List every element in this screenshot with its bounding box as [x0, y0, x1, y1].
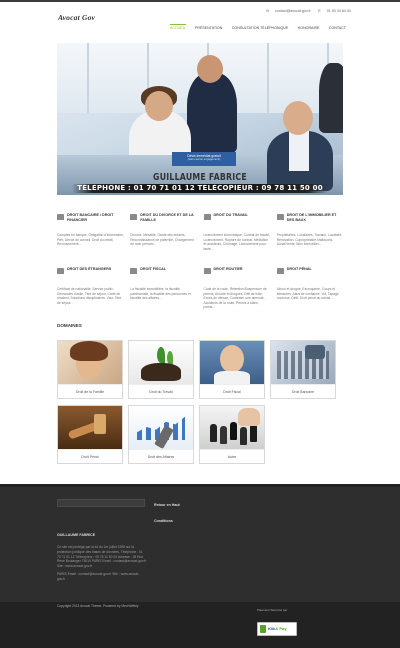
footer-about-text: Ce site est protégé par la loi du 1er ju… — [57, 545, 147, 569]
footer-about: Ce site est protégé par la loi du 1er ju… — [57, 545, 147, 584]
service-title[interactable]: Droit du travail — [214, 213, 248, 218]
courthouse-icon — [130, 267, 138, 274]
lawyer-name: GUILLAUME FABRICE — [153, 172, 247, 183]
service-item: Droit Bancaire / Droit Financier Comptes… — [57, 213, 124, 259]
domain-image — [200, 341, 264, 384]
courthouse-icon — [57, 267, 64, 274]
klik-pay-text: Klik& Pay — [268, 627, 286, 631]
copyright: Copyright 2013 Avocat Theme. Powered by … — [57, 604, 139, 608]
domaines-grid: Droit de la Famille Droit du Travail Dro… — [57, 340, 337, 464]
courthouse-icon — [203, 213, 211, 220]
service-title[interactable]: Droit pénal — [287, 267, 312, 272]
courthouse-icon — [276, 267, 284, 274]
klik-pay-logo[interactable]: Klik& Pay — [257, 622, 297, 636]
courthouse-icon — [276, 213, 284, 220]
domain-card-affaires[interactable]: Droit des Affaires — [128, 405, 194, 464]
service-text: Divorce, Mésalité, Garde des enfants, Re… — [130, 233, 194, 247]
nav-honoraire[interactable]: Honoraire — [298, 26, 320, 33]
footer-about-title: Guillaume Fabrice — [57, 533, 96, 537]
courthouse-icon — [130, 213, 138, 220]
domain-label: Droit Bancaire — [271, 384, 335, 398]
service-text: La fiscalité immobilière, la fiscalité p… — [130, 287, 191, 301]
domain-label: Droit des Affaires — [129, 449, 193, 463]
footer-search-input[interactable] — [57, 499, 145, 507]
service-title[interactable]: Droit routier — [214, 267, 243, 272]
service-item: Droit du divorce et de la famille Divorc… — [130, 213, 197, 259]
domain-label: Droit Pénal — [58, 449, 122, 463]
hero-person-1-head — [145, 91, 173, 121]
secure-payment-text: Paiement Sécurisé par — [257, 608, 288, 612]
service-item: Droit routier Code de la route, Rétentio… — [203, 267, 271, 313]
hero-person-3-head — [283, 101, 313, 135]
domain-image — [58, 341, 122, 384]
domain-label: Autre — [200, 449, 264, 463]
hero-person-2-head — [197, 55, 223, 83]
email-icon: ✉ — [266, 9, 270, 13]
back-to-top-link[interactable]: Retour en Haut — [154, 503, 180, 508]
quote-badge-button[interactable]: Devis immédiat gratuit (sans aucun engag… — [172, 152, 236, 166]
conditions-link[interactable]: Conditions — [154, 519, 180, 524]
service-item: Droit du travail Licenciement économique… — [203, 213, 271, 259]
service-title[interactable]: Droit des étrangers — [67, 267, 111, 272]
phone-strip: TÉLÉPHONE : 01 70 71 01 12 TÉLÉCOPIEUR :… — [72, 184, 328, 193]
service-item: Droit de l'immobilier et des baux Propri… — [276, 213, 344, 259]
service-text: Licenciement économique, Contrat de trav… — [203, 233, 270, 251]
domain-image — [271, 341, 335, 384]
header-phone: 01 50 34 84 40 — [326, 9, 351, 13]
hero-person-2-body — [187, 73, 237, 153]
bottom-bar: Copyright 2013 Avocat Theme. Powered by … — [0, 602, 400, 648]
service-text: Alcool et drogue, Escroquerie, Coups et … — [276, 287, 339, 301]
service-title[interactable]: Droit Bancaire / Droit Financier — [67, 213, 124, 222]
service-item: Droit des étrangers Certificat de nation… — [57, 267, 124, 313]
main-nav: Accueil Présentation Consultation téléph… — [170, 24, 346, 33]
domain-card-bancaire[interactable]: Droit Bancaire — [270, 340, 336, 399]
header-email[interactable]: contact@avocat-gov.fr — [275, 9, 311, 13]
domain-image — [129, 341, 193, 384]
domaines-heading: Domaines — [57, 323, 82, 328]
hero-person-4 — [319, 63, 343, 133]
footer: Retour en Haut Conditions Guillaume Fabr… — [0, 484, 400, 602]
header: Avocat Gov ✉ contact@avocat-gov.fr ✆ 01 50… — [0, 0, 400, 36]
header-contact: ✉ contact@avocat-gov.fr ✆ 01 50 34 84 40 — [266, 9, 357, 14]
service-title[interactable]: Droit de l'immobilier et des baux — [287, 213, 344, 222]
service-text: Code de la route, Rétention/Suspension d… — [203, 287, 267, 310]
domain-card-famille[interactable]: Droit de la Famille — [57, 340, 123, 399]
domain-card-fiscal[interactable]: Droit Fiscal — [199, 340, 265, 399]
quote-badge-subtitle: (sans aucun engagement) — [187, 157, 221, 162]
domain-image — [200, 406, 264, 449]
page: Avocat Gov ✉ contact@avocat-gov.fr ✆ 01 50… — [0, 0, 400, 648]
nav-presentation[interactable]: Présentation — [195, 26, 222, 33]
footer-links: Retour en Haut Conditions — [154, 503, 180, 535]
domain-label: Droit du Travail — [129, 384, 193, 398]
domain-label: Droit de la Famille — [58, 384, 122, 398]
domain-card-autre[interactable]: Autre — [199, 405, 265, 464]
klik-pay-icon — [260, 625, 266, 633]
domain-card-travail[interactable]: Droit du Travail — [128, 340, 194, 399]
domain-label: Droit Fiscal — [200, 384, 264, 398]
nav-consultation[interactable]: Consultation téléphonique — [232, 26, 288, 33]
service-item: Droit fiscal La fiscalité immobilière, l… — [130, 267, 197, 313]
service-text: Propriétaires, Locataires, Travaux, Loca… — [276, 233, 343, 247]
service-item: Droit pénal Alcool et drogue, Escroqueri… — [276, 267, 344, 313]
nav-accueil[interactable]: Accueil — [170, 24, 186, 33]
footer-about-text-2: PARIS Email : contact@avocat-gov.fr Site… — [57, 571, 140, 581]
services-grid: Droit Bancaire / Droit Financier Comptes… — [57, 213, 344, 313]
site-logo[interactable]: Avocat Gov — [58, 13, 95, 23]
courthouse-icon — [203, 267, 211, 274]
nav-contact[interactable]: Contact — [329, 26, 346, 33]
domain-image — [129, 406, 193, 449]
service-title[interactable]: Droit du divorce et de la famille — [140, 213, 197, 222]
hero-person-3-shirt — [289, 131, 309, 171]
service-title[interactable]: Droit fiscal — [140, 267, 166, 272]
klik-pay-text-b: & Pay — [275, 626, 287, 631]
courthouse-icon — [57, 213, 64, 220]
phone-icon: ✆ — [317, 9, 321, 13]
service-text: Comptes en banque, Obligation d'informat… — [57, 233, 124, 247]
service-text: Certificat de nationalité, Service publi… — [57, 287, 122, 305]
domain-image — [58, 406, 122, 449]
domain-card-penal[interactable]: Droit Pénal — [57, 405, 123, 464]
